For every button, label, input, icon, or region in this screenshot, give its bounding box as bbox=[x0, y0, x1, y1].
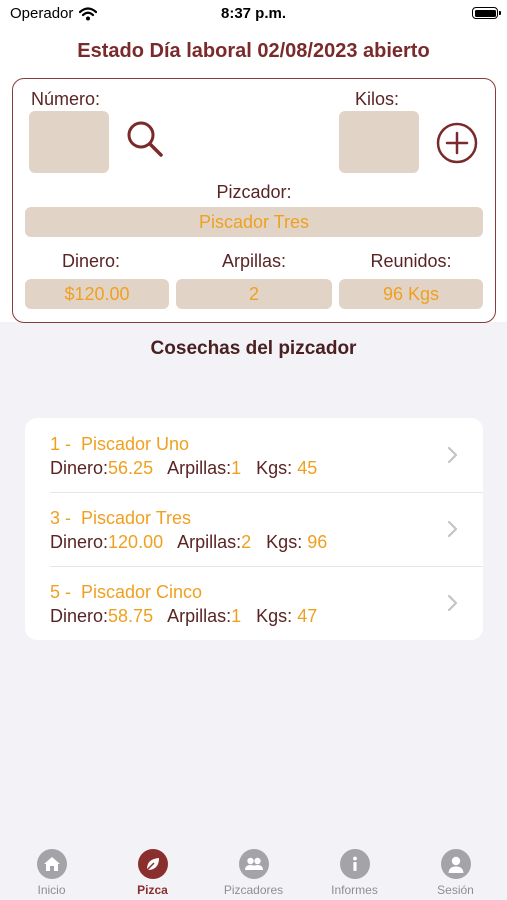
arpillas-label: Arpillas: bbox=[167, 606, 232, 626]
entry-card: Número: Kilos: Pizcador: Piscador Tres D… bbox=[12, 78, 496, 323]
reunidos-value: 96 Kgs bbox=[339, 279, 483, 309]
person-icon bbox=[441, 849, 471, 879]
harvest-list: 1 - Piscador Uno Dinero:56.25 Arpillas:1… bbox=[25, 418, 483, 640]
leaf-icon bbox=[138, 849, 168, 879]
search-icon[interactable] bbox=[123, 117, 167, 161]
kgs-label: Kgs: bbox=[266, 532, 308, 552]
kilos-label: Kilos: bbox=[355, 89, 400, 109]
dinero-value: 56.25 bbox=[108, 458, 154, 478]
tab-informes[interactable]: Informes bbox=[304, 838, 405, 900]
dinero-label: Dinero: bbox=[50, 532, 109, 552]
add-circle-icon[interactable] bbox=[435, 121, 479, 165]
kgs-label: Kgs: bbox=[256, 606, 298, 626]
tab-label: Pizca bbox=[137, 883, 168, 897]
harvest-details: Dinero:58.75 Arpillas:1 Kgs: 47 bbox=[50, 606, 317, 627]
tab-pizca[interactable]: Pizca bbox=[102, 838, 203, 900]
numero-label: Número: bbox=[31, 89, 101, 109]
chevron-right-icon bbox=[447, 446, 458, 464]
numero-input[interactable] bbox=[29, 111, 109, 173]
arpillas-value: 2 bbox=[241, 532, 252, 552]
dinero-value: 58.75 bbox=[108, 606, 154, 626]
harvests-title: Cosechas del pizcador bbox=[150, 338, 357, 359]
tab-label: Inicio bbox=[37, 883, 66, 897]
info-icon bbox=[340, 849, 370, 879]
pizcador-field[interactable]: Piscador Tres bbox=[25, 207, 483, 237]
battery-icon bbox=[472, 7, 501, 19]
tab-label: Sesión bbox=[437, 883, 474, 897]
reunidos-label: Reunidos: bbox=[370, 251, 452, 271]
arpillas-value: 1 bbox=[231, 606, 242, 626]
kilos-input[interactable] bbox=[339, 111, 419, 173]
picker-name: 3 - Piscador Tres bbox=[50, 508, 192, 528]
dinero-label: Dinero: bbox=[50, 606, 109, 626]
arpillas-value: 1 bbox=[231, 458, 242, 478]
dinero-label: Dinero: bbox=[50, 458, 109, 478]
chevron-right-icon bbox=[447, 594, 458, 612]
arpillas-label: Arpillas: bbox=[221, 251, 287, 271]
arpillas-value: 2 bbox=[176, 279, 332, 309]
pizcador-label: Pizcador: bbox=[216, 182, 292, 202]
people-icon bbox=[239, 849, 269, 879]
status-time: 8:37 p.m. bbox=[220, 5, 287, 22]
tab-inicio[interactable]: Inicio bbox=[1, 838, 102, 900]
dinero-label: Dinero: bbox=[61, 251, 121, 271]
tab-label: Informes bbox=[331, 883, 378, 897]
picker-name: 5 - Piscador Cinco bbox=[50, 582, 203, 602]
status-bar: Operador 8:37 p.m. bbox=[0, 0, 507, 30]
tab-sesion[interactable]: Sesión bbox=[405, 838, 506, 900]
harvest-details: Dinero:56.25 Arpillas:1 Kgs: 45 bbox=[50, 458, 317, 479]
top-panel: Operador 8:37 p.m. Estado Día laboral 02… bbox=[0, 0, 507, 323]
kgs-value: 96 bbox=[307, 532, 328, 552]
arpillas-label: Arpillas: bbox=[167, 458, 232, 478]
list-item[interactable]: 5 - Piscador Cinco Dinero:58.75 Arpillas… bbox=[25, 566, 483, 640]
arpillas-label: Arpillas: bbox=[177, 532, 242, 552]
list-item[interactable]: 1 - Piscador Uno Dinero:56.25 Arpillas:1… bbox=[25, 418, 483, 492]
kgs-value: 45 bbox=[297, 458, 318, 478]
tab-pizcadores[interactable]: Pizcadores bbox=[203, 838, 304, 900]
home-icon bbox=[37, 849, 67, 879]
tab-label: Pizcadores bbox=[223, 883, 284, 897]
dinero-value: 120.00 bbox=[108, 532, 164, 552]
page-title: Estado Día laboral 02/08/2023 abierto bbox=[77, 40, 430, 62]
kgs-label: Kgs: bbox=[256, 458, 298, 478]
list-item[interactable]: 3 - Piscador Tres Dinero:120.00 Arpillas… bbox=[25, 492, 483, 566]
picker-name: 1 - Piscador Uno bbox=[50, 434, 190, 454]
kgs-value: 47 bbox=[297, 606, 318, 626]
dinero-value: $120.00 bbox=[25, 279, 169, 309]
harvest-details: Dinero:120.00 Arpillas:2 Kgs: 96 bbox=[50, 532, 327, 553]
chevron-right-icon bbox=[447, 520, 458, 538]
tab-bar: Inicio Pizca Pizcadores Informes Sesión bbox=[0, 838, 507, 900]
